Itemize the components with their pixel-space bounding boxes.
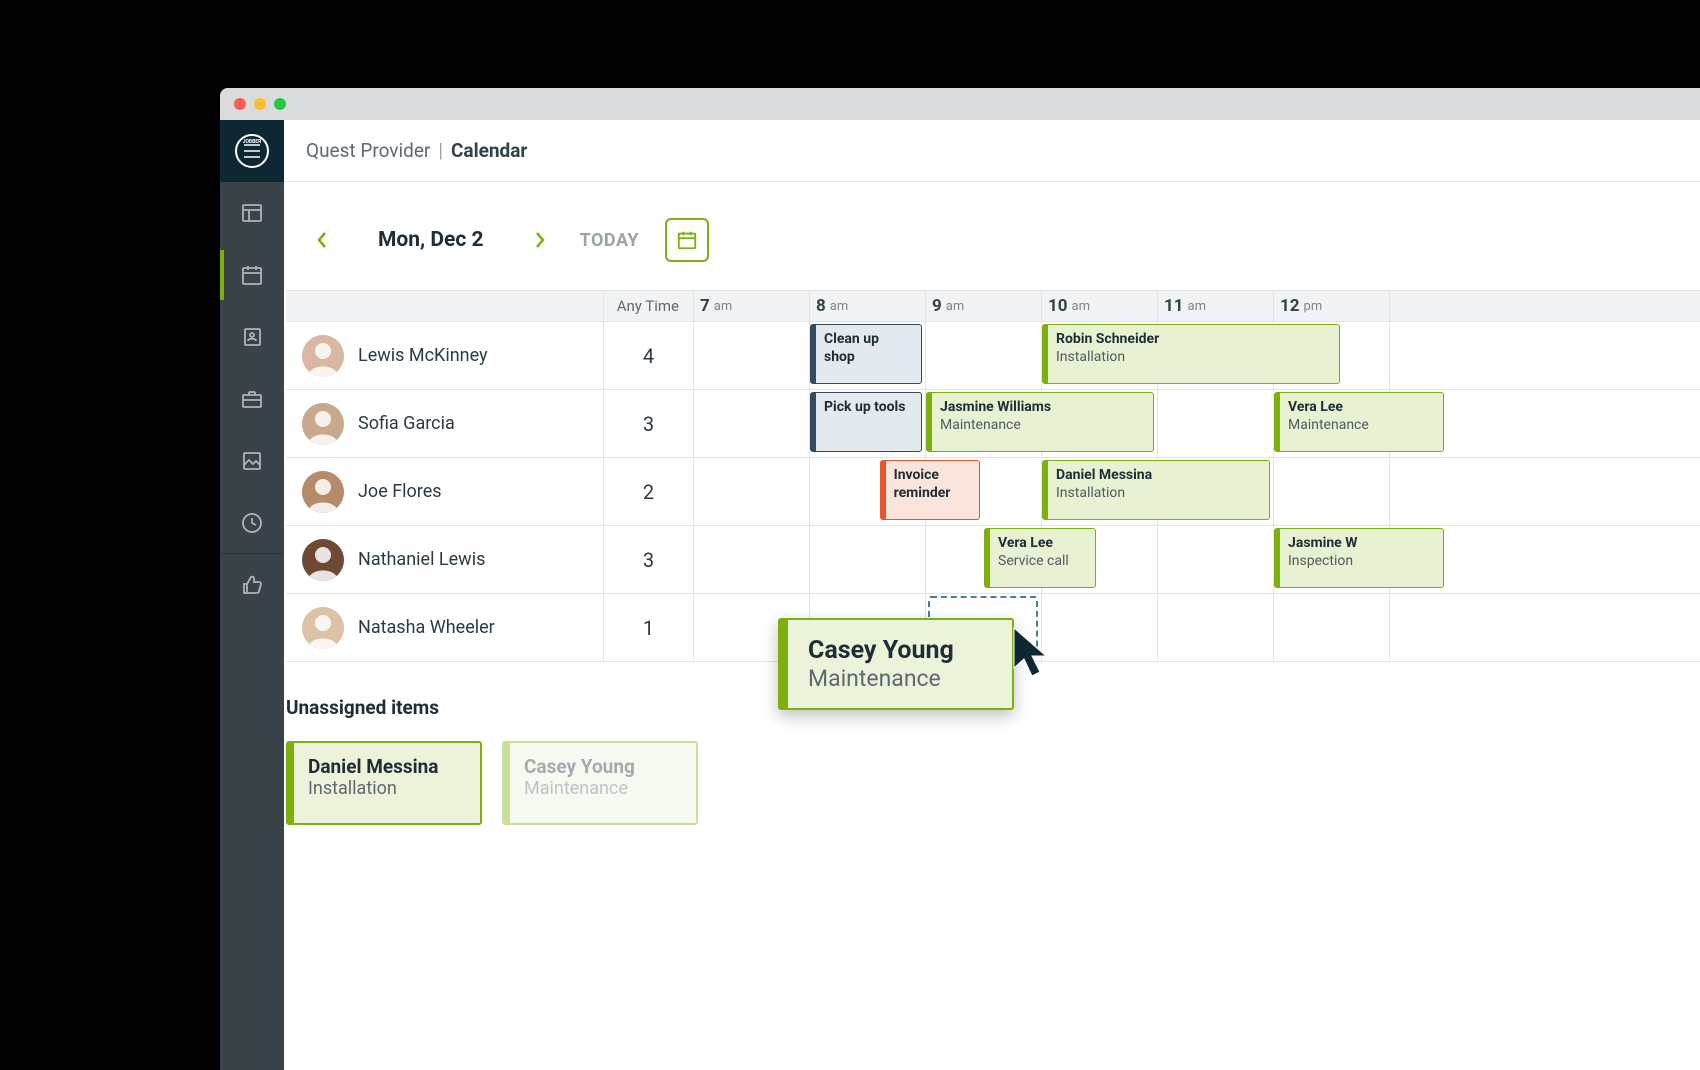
anytime-count[interactable]: 3 — [604, 390, 694, 457]
logo[interactable]: JOBBER — [220, 120, 284, 182]
window-titlebar — [220, 88, 1700, 120]
event[interactable]: Vera LeeMaintenance — [1274, 392, 1444, 452]
anytime-count[interactable]: 3 — [604, 526, 694, 593]
team-member-cell[interactable]: Nathaniel Lewis — [286, 526, 604, 593]
timeline[interactable]: Clean up shop Robin SchneiderInstallation — [694, 322, 1390, 389]
timeline[interactable]: Pick up toolsJasmine WilliamsMaintenance… — [694, 390, 1390, 457]
team-member-cell[interactable]: Joe Flores — [286, 458, 604, 525]
avatar — [302, 607, 344, 649]
header-hour: 12pm — [1274, 291, 1390, 321]
close-icon[interactable] — [234, 98, 246, 110]
schedule-grid: Any Time 7am8am9am10am11am12pm Lewis McK… — [286, 290, 1700, 662]
dragging-event[interactable]: Casey Young Maintenance — [778, 618, 1014, 710]
team-member-name: Lewis McKinney — [358, 345, 488, 366]
event[interactable]: Jasmine WInspection — [1274, 528, 1444, 588]
clock-icon[interactable] — [220, 492, 284, 554]
timeline[interactable]: Vera LeeService callJasmine WInspection — [694, 526, 1390, 593]
date-toolbar: Mon, Dec 2 TODAY — [284, 182, 1700, 290]
event[interactable]: Invoice reminder — [880, 460, 980, 520]
briefcase-icon[interactable] — [220, 368, 284, 430]
app-window: JOBBER — [220, 88, 1700, 1070]
avatar — [302, 471, 344, 513]
team-member-cell[interactable]: Natasha Wheeler — [286, 594, 604, 661]
unassigned-card[interactable]: Casey YoungMaintenance — [502, 741, 698, 825]
header-hour: 9am — [926, 291, 1042, 321]
image-icon[interactable] — [220, 430, 284, 492]
avatar — [302, 335, 344, 377]
team-row: Lewis McKinney 4 Clean up shop Robin Schnei… — [286, 322, 1700, 390]
svg-text:JOBBER: JOBBER — [243, 139, 262, 145]
anytime-count[interactable]: 2 — [604, 458, 694, 525]
avatar — [302, 403, 344, 445]
minimize-icon[interactable] — [254, 98, 266, 110]
breadcrumb-sep: | — [438, 139, 443, 162]
grid-header: Any Time 7am8am9am10am11am12pm — [286, 290, 1700, 322]
thumbs-up-icon[interactable] — [220, 554, 284, 616]
breadcrumb-org[interactable]: Quest Provider — [306, 139, 430, 162]
breadcrumb: Quest Provider | Calendar — [284, 120, 1700, 182]
anytime-count[interactable]: 1 — [604, 594, 694, 661]
team-row: Joe Flores 2 Invoice reminder Daniel Messin… — [286, 458, 1700, 526]
cursor-icon — [1010, 626, 1060, 682]
current-date: Mon, Dec 2 — [344, 228, 518, 252]
dragging-event-sub: Maintenance — [808, 665, 992, 692]
header-hour: 8am — [810, 291, 926, 321]
event[interactable]: Daniel MessinaInstallation — [1042, 460, 1270, 520]
timeline[interactable]: Invoice reminder Daniel MessinaInstallati… — [694, 458, 1390, 525]
calendar-icon[interactable] — [220, 244, 284, 306]
prev-day-button[interactable] — [306, 224, 338, 256]
event[interactable]: Robin SchneiderInstallation — [1042, 324, 1340, 384]
date-picker-button[interactable] — [665, 218, 709, 262]
team-member-name: Natasha Wheeler — [358, 617, 495, 638]
team-member-cell[interactable]: Lewis McKinney — [286, 322, 604, 389]
header-hour: 10am — [1042, 291, 1158, 321]
today-button[interactable]: TODAY — [580, 230, 639, 251]
team-row: Sofia Garcia3Pick up toolsJasmine Willia… — [286, 390, 1700, 458]
team-member-name: Sofia Garcia — [358, 413, 455, 434]
dragging-event-title: Casey Young — [808, 636, 992, 665]
event[interactable]: Vera LeeService call — [984, 528, 1096, 588]
team-member-cell[interactable]: Sofia Garcia — [286, 390, 604, 457]
breadcrumb-page: Calendar — [451, 139, 527, 162]
anytime-count[interactable]: 4 — [604, 322, 694, 389]
next-day-button[interactable] — [524, 224, 556, 256]
sidebar: JOBBER — [220, 120, 284, 1070]
team-member-name: Joe Flores — [358, 481, 442, 502]
team-member-name: Nathaniel Lewis — [358, 549, 485, 570]
dashboard-icon[interactable] — [220, 182, 284, 244]
event[interactable]: Clean up shop — [810, 324, 922, 384]
event[interactable]: Jasmine WilliamsMaintenance — [926, 392, 1154, 452]
event[interactable]: Pick up tools — [810, 392, 922, 452]
header-anytime: Any Time — [604, 291, 694, 321]
header-hour: 11am — [1158, 291, 1274, 321]
avatar — [302, 539, 344, 581]
contacts-icon[interactable] — [220, 306, 284, 368]
maximize-icon[interactable] — [274, 98, 286, 110]
header-hour: 7am — [694, 291, 810, 321]
unassigned-card[interactable]: Daniel MessinaInstallation — [286, 741, 482, 825]
team-row: Nathaniel Lewis3Vera LeeService callJasm… — [286, 526, 1700, 594]
